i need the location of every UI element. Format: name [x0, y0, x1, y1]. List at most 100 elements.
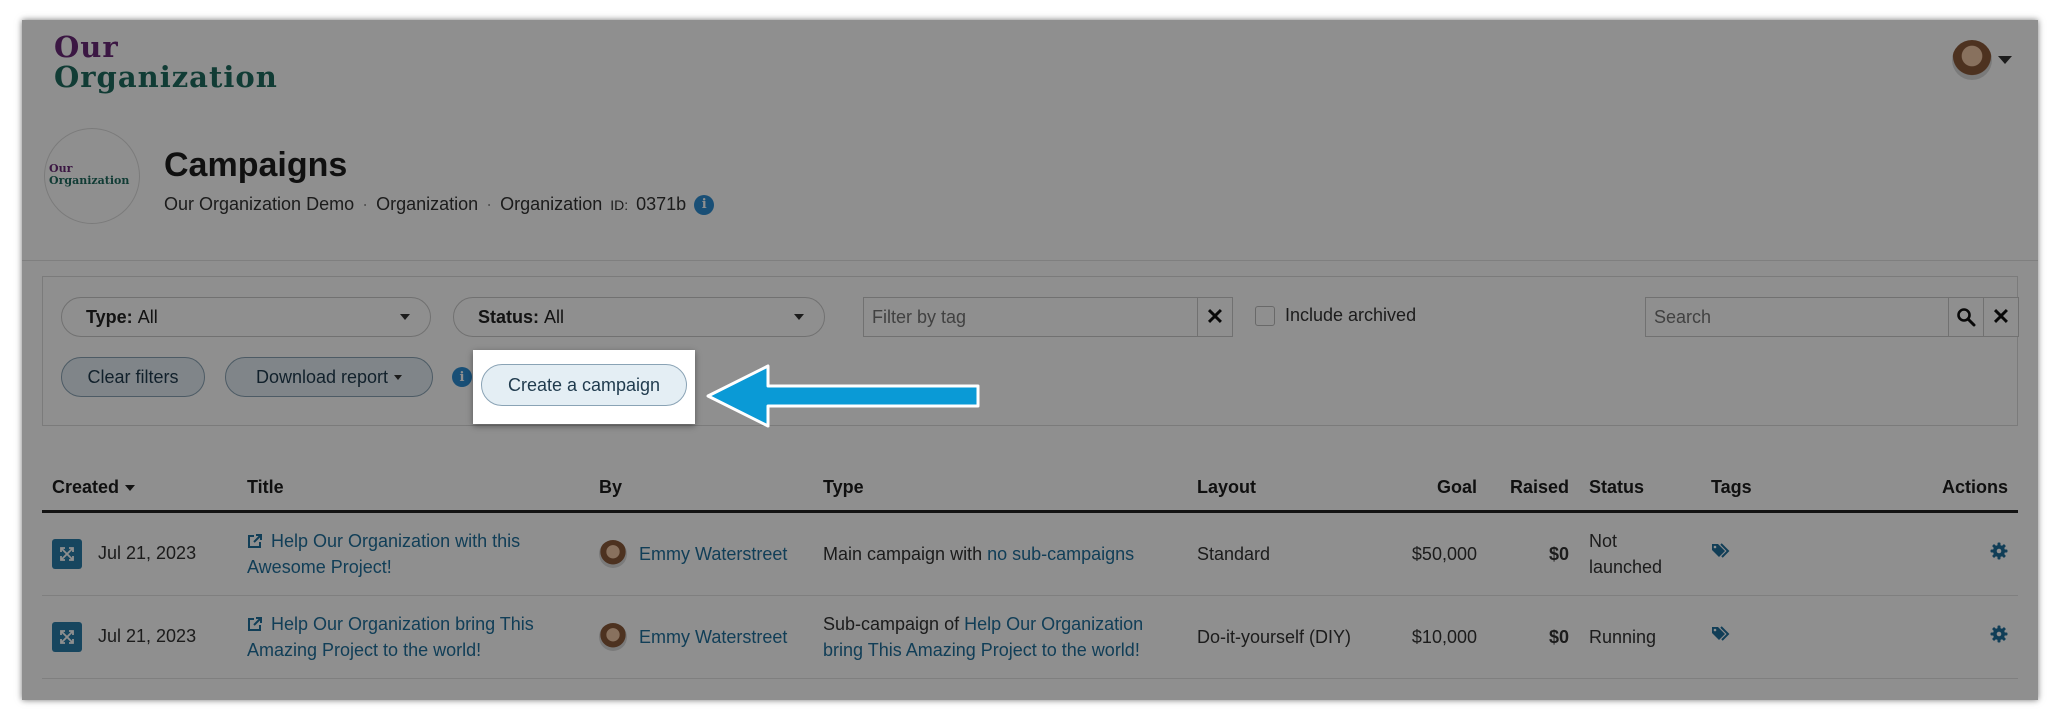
include-archived-option[interactable]: Include archived: [1255, 305, 1416, 326]
user-avatar-icon: [599, 540, 627, 568]
breadcrumb-separator: ·: [486, 194, 493, 214]
cell-raised: $0: [1487, 595, 1579, 679]
sort-descending-icon: [125, 484, 136, 491]
author-link[interactable]: Emmy Waterstreet: [639, 624, 787, 650]
created-date: Jul 21, 2023: [98, 625, 197, 646]
cell-actions: [1911, 595, 2018, 679]
close-icon: ✕: [1991, 304, 2011, 329]
page-header: Our Organization Campaigns Our Organizat…: [22, 112, 2038, 261]
cell-status: Running: [1579, 595, 1701, 679]
chevron-down-icon[interactable]: [1998, 56, 2012, 64]
include-archived-checkbox[interactable]: [1255, 305, 1275, 326]
column-layout: Layout: [1187, 464, 1367, 513]
breadcrumb-organization[interactable]: Organization: [376, 194, 478, 215]
column-created[interactable]: Created: [42, 464, 237, 513]
sub-campaigns-link[interactable]: no sub-campaigns: [987, 544, 1134, 564]
info-icon[interactable]: i: [694, 194, 715, 215]
chevron-down-icon: [794, 314, 804, 320]
cell-tags: [1701, 595, 1911, 679]
cell-created: Jul 21, 2023: [42, 511, 237, 596]
tag-filter: ✕: [863, 297, 1233, 337]
cell-created: Jul 21, 2023: [42, 595, 237, 679]
filter-panel: Type: All Status: All ✕ Include archived: [42, 276, 2019, 426]
column-actions: Actions: [1911, 464, 2018, 513]
user-menu[interactable]: [1952, 40, 2012, 80]
brand-logo[interactable]: Our Organization: [54, 32, 278, 92]
cell-by: Emmy Waterstreet: [589, 595, 813, 679]
expand-icon[interactable]: [52, 622, 82, 652]
cell-raised: $0: [1487, 511, 1579, 596]
create-campaign-button[interactable]: Create a campaign: [481, 364, 687, 406]
campaign-title-link[interactable]: Help Our Organization bring This Amazing…: [247, 614, 534, 660]
external-link-icon[interactable]: [247, 616, 263, 632]
cell-tags: [1701, 511, 1911, 596]
cell-layout: Standard: [1187, 511, 1367, 596]
type-text: Sub-campaign of: [823, 614, 960, 634]
gear-icon[interactable]: [1990, 625, 2008, 643]
chevron-down-icon: [394, 374, 403, 380]
download-report-label: Download report: [255, 366, 389, 387]
campaigns-table: Created Title By Type Layout Goal Raised…: [42, 464, 2018, 679]
table-row: Jul 21, 2023 Help Our Organization bring…: [42, 595, 2018, 679]
expand-icon[interactable]: [52, 539, 82, 569]
column-goal: Goal: [1367, 464, 1487, 513]
tag-icon[interactable]: [1711, 625, 1733, 643]
arrow-left-icon: [706, 364, 980, 428]
column-title: Title: [237, 464, 589, 513]
breadcrumb-separator: ·: [362, 194, 369, 214]
breadcrumb-id-value: 0371b: [636, 194, 687, 214]
gear-icon[interactable]: [1990, 542, 2008, 560]
column-created-label: Created: [52, 476, 120, 497]
cell-type: Sub-campaign of Help Our Organization br…: [813, 595, 1187, 679]
breadcrumb-id-label: ID:: [610, 196, 629, 213]
campaign-title-link[interactable]: Help Our Organization with this Awesome …: [247, 531, 520, 577]
tag-icon[interactable]: [1711, 542, 1733, 560]
cell-status: Not launched: [1579, 511, 1701, 596]
created-date: Jul 21, 2023: [98, 542, 197, 563]
author-link[interactable]: Emmy Waterstreet: [639, 541, 787, 567]
clear-filters-button[interactable]: Clear filters: [61, 357, 205, 397]
app-window: Our Organization Our Organization Campai…: [22, 20, 2038, 700]
cell-actions: [1911, 511, 2018, 596]
chevron-down-icon: [400, 314, 410, 320]
cell-title: Help Our Organization bring This Amazing…: [237, 595, 589, 679]
type-text: Main campaign with: [823, 544, 983, 564]
download-report-button[interactable]: Download report: [225, 357, 433, 397]
info-icon[interactable]: i: [452, 367, 472, 387]
breadcrumb-org-id-label: Organization: [500, 194, 603, 214]
org-logo: Our Organization: [44, 128, 140, 224]
search-input[interactable]: [1646, 298, 1948, 336]
brand-line-2: Organization: [54, 60, 278, 94]
type-filter-select[interactable]: Type: All: [61, 297, 431, 337]
user-avatar-icon[interactable]: [1952, 40, 1992, 80]
table-header-row: Created Title By Type Layout Goal Raised…: [42, 464, 2018, 513]
search-icon: [1957, 308, 1976, 327]
cell-goal: $10,000: [1367, 595, 1487, 679]
column-tags: Tags: [1701, 464, 1911, 513]
status-filter-label: Status:: [478, 306, 540, 327]
cell-type: Main campaign with no sub-campaigns: [813, 511, 1187, 596]
top-navbar: Our Organization: [22, 20, 2038, 113]
clear-tag-button[interactable]: ✕: [1197, 298, 1232, 336]
status-filter-select[interactable]: Status: All: [453, 297, 825, 337]
column-type: Type: [813, 464, 1187, 513]
tag-filter-input[interactable]: [864, 298, 1197, 336]
user-avatar-icon: [599, 623, 627, 651]
cell-goal: $50,000: [1367, 511, 1487, 596]
search-box: ✕: [1645, 297, 2019, 337]
table-row: Jul 21, 2023 Help Our Organization with …: [42, 511, 2018, 596]
type-filter-value: All: [137, 306, 158, 327]
highlight-box: Create a campaign: [473, 350, 695, 424]
external-link-icon[interactable]: [247, 533, 263, 549]
include-archived-label: Include archived: [1285, 305, 1417, 325]
cell-title: Help Our Organization with this Awesome …: [237, 511, 589, 596]
column-raised: Raised: [1487, 464, 1579, 513]
status-filter-value: All: [544, 306, 565, 327]
clear-search-button[interactable]: ✕: [1983, 298, 2018, 336]
breadcrumb-org-demo[interactable]: Our Organization Demo: [164, 194, 354, 215]
column-status: Status: [1579, 464, 1701, 513]
page-content: Our Organization Our Organization Campai…: [22, 20, 2038, 700]
breadcrumb: Our Organization Demo · Organization · O…: [164, 194, 715, 215]
cell-by: Emmy Waterstreet: [589, 511, 813, 596]
search-button[interactable]: [1948, 298, 1983, 336]
